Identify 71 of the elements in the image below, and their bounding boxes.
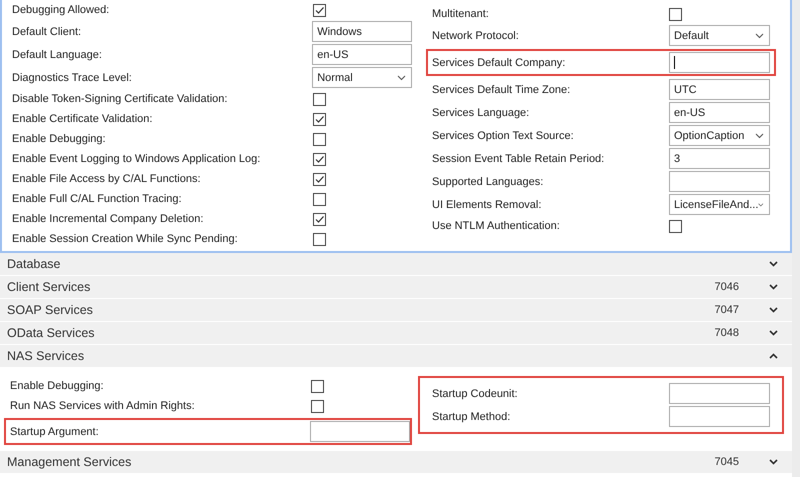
checkbox[interactable] <box>313 172 326 186</box>
input-field[interactable] <box>669 171 770 192</box>
checkbox[interactable] <box>313 92 326 106</box>
chevron-up-icon <box>769 353 778 359</box>
input-field[interactable] <box>669 52 770 73</box>
field-label: Services Default Time Zone: <box>432 84 572 96</box>
checkbox[interactable] <box>313 4 326 16</box>
dropdown[interactable]: Default <box>669 25 770 46</box>
field-label: Enable Session Creation While Sync Pending: <box>12 233 239 245</box>
field-label: Services Default Company: <box>432 56 566 68</box>
field-label: Use NTLM Authentication: <box>432 220 561 232</box>
field-label: Debugging Allowed: <box>12 4 110 16</box>
checkbox[interactable] <box>313 192 326 206</box>
field-label: Enable Incremental Company Deletion: <box>12 213 204 225</box>
input-field[interactable]: en-US <box>669 102 770 123</box>
field-label: Enable File Access by C/AL Functions: <box>12 173 202 185</box>
checkbox[interactable] <box>669 8 682 20</box>
chevron-down-icon <box>769 284 778 290</box>
field-label: Services Option Text Source: <box>432 130 575 142</box>
field-label: Enable Full C/AL Function Tracing: <box>12 193 183 205</box>
section-header[interactable]: OData Services 7048 <box>0 322 792 345</box>
chevron-down-icon <box>769 330 778 336</box>
section-header[interactable]: NAS Services <box>0 345 792 368</box>
field-label: Diagnostics Trace Level: <box>12 72 133 84</box>
field-label: Services Language: <box>432 106 530 118</box>
chevron-down-icon <box>769 307 778 313</box>
input-field[interactable]: en-US <box>312 44 412 65</box>
checkbox[interactable] <box>311 380 324 392</box>
checkbox[interactable] <box>313 132 326 146</box>
field-label: Network Protocol: <box>432 30 520 42</box>
dropdown[interactable]: OptionCaption <box>669 125 770 146</box>
field-label: Run NAS Services with Admin Rights: <box>10 400 196 412</box>
chevron-down-icon <box>755 132 764 138</box>
field-label: Multitenant: <box>432 8 490 20</box>
checkbox[interactable] <box>669 220 682 232</box>
section-header[interactable]: Database <box>0 253 792 276</box>
field-label: Startup Codeunit: <box>432 388 519 400</box>
checkbox[interactable] <box>311 400 324 412</box>
field-label: Session Event Table Retain Period: <box>432 152 606 164</box>
field-label: Startup Method: <box>432 410 512 422</box>
field-label: Enable Certificate Validation: <box>12 113 154 125</box>
section-header[interactable]: Management Services 7045 <box>0 451 792 474</box>
input-field[interactable]: UTC <box>669 79 770 100</box>
field-label: Startup Argument: <box>10 426 100 438</box>
chevron-down-icon <box>769 459 778 465</box>
field-label: Default Language: <box>12 48 103 60</box>
field-label: Enable Debugging: <box>10 380 105 392</box>
input-field[interactable]: Windows <box>312 21 412 42</box>
dropdown[interactable]: Normal <box>312 67 412 88</box>
checkbox[interactable] <box>313 232 326 246</box>
chevron-down-icon <box>755 32 764 38</box>
field-label: Enable Debugging: <box>12 133 107 145</box>
section-header[interactable]: Client Services 7046 <box>0 276 792 299</box>
checkbox[interactable] <box>313 112 326 126</box>
input-field[interactable] <box>669 406 770 427</box>
input-field[interactable]: 3 <box>669 148 770 169</box>
field-label: Supported Languages: <box>432 176 544 188</box>
checkbox[interactable] <box>313 212 326 226</box>
field-label: Enable Event Logging to Windows Application Log: <box>12 153 262 165</box>
field-label: Disable Token-Signing Certificate Validation: <box>12 93 228 105</box>
scrollbar[interactable] <box>792 0 800 477</box>
chevron-down-icon <box>758 202 764 208</box>
section-header[interactable]: SOAP Services 7047 <box>0 299 792 322</box>
checkbox[interactable] <box>313 152 326 166</box>
dropdown[interactable]: LicenseFileAnd... <box>669 194 770 215</box>
input-field[interactable] <box>669 383 770 404</box>
field-label: Default Client: <box>12 26 82 38</box>
field-label: UI Elements Removal: <box>432 198 542 210</box>
chevron-down-icon <box>769 261 778 267</box>
chevron-down-icon <box>397 74 406 80</box>
input-field[interactable] <box>310 421 410 442</box>
